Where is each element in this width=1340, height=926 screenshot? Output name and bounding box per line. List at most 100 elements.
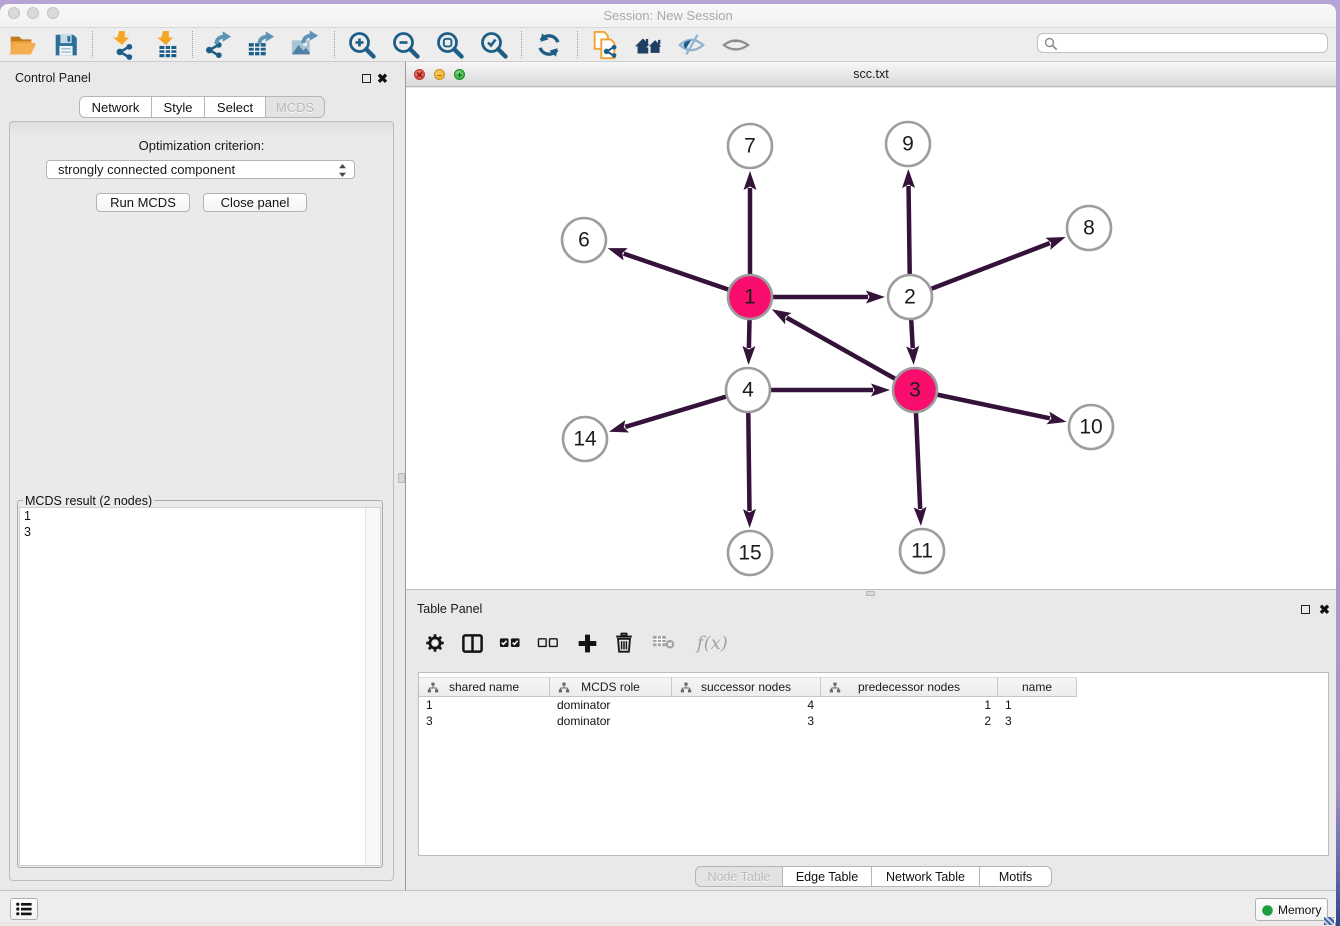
column-header-shared-name[interactable]: shared name	[419, 677, 550, 697]
toolbar-separator	[192, 31, 193, 58]
network-file-icon[interactable]	[590, 30, 620, 60]
table-cell[interactable]: 4	[672, 697, 821, 713]
edge-arrow-1-4	[742, 346, 755, 365]
gear-icon[interactable]	[424, 632, 446, 657]
graph-node-label-3: 3	[909, 379, 921, 402]
control-panel-tab-mcds[interactable]: MCDS	[266, 96, 325, 118]
delete-table-icon[interactable]	[652, 632, 676, 654]
mcds-tab-panel: Optimization criterion: strongly connect…	[9, 121, 394, 881]
mcds-result-line: 3	[20, 524, 380, 540]
mcds-result-textarea[interactable]: 13	[19, 507, 381, 866]
column-header-label: successor nodes	[701, 680, 791, 694]
network-workspace: ✕ – + scc.txt 7968124314101511 Table Pan…	[405, 62, 1336, 890]
table-cell[interactable]: 3	[998, 713, 1077, 729]
table-cell[interactable]: dominator	[550, 713, 672, 729]
control-panel-tab-network[interactable]: Network	[79, 96, 152, 118]
import-network-icon[interactable]	[107, 30, 137, 60]
search-input[interactable]	[1037, 33, 1328, 53]
control-panel-title: Control Panel	[15, 71, 91, 85]
table-cell[interactable]: 1	[821, 697, 998, 713]
result-scrollbar[interactable]	[365, 508, 380, 865]
hide-graphics-details-icon[interactable]	[677, 30, 707, 60]
control-panel-close-button[interactable]: ✖	[377, 73, 388, 84]
refresh-icon[interactable]	[534, 30, 564, 60]
table-row[interactable]: 3dominator323	[419, 713, 1077, 729]
table-cell[interactable]: 3	[672, 713, 821, 729]
toolbar-separator	[334, 31, 335, 58]
memory-status-icon	[1262, 905, 1273, 916]
horizontal-splitter-handle[interactable]	[866, 591, 875, 596]
edge-arrow-3-11	[914, 507, 927, 526]
memory-button[interactable]: Memory	[1255, 898, 1328, 921]
run-mcds-button[interactable]: Run MCDS	[96, 193, 190, 212]
table-cell[interactable]: 3	[419, 713, 550, 729]
toolbar-separator	[521, 31, 522, 58]
vertical-splitter-handle[interactable]	[398, 473, 405, 483]
select-all-icon[interactable]	[499, 632, 521, 657]
show-panels-button[interactable]	[10, 898, 38, 920]
resize-grip[interactable]	[1324, 917, 1334, 925]
column-header-predecessor-nodes[interactable]: predecessor nodes	[821, 677, 998, 697]
control-panel-tab-style[interactable]: Style	[152, 96, 205, 118]
export-network-icon[interactable]	[203, 30, 233, 60]
add-row-icon[interactable]	[576, 632, 599, 658]
control-panel-tab-select[interactable]: Select	[205, 96, 266, 118]
table-panel-close-button[interactable]: ✖	[1319, 604, 1330, 615]
unselect-all-icon[interactable]	[537, 632, 559, 657]
table-panel-float-button[interactable]	[1301, 605, 1310, 614]
control-panel-float-button[interactable]	[362, 74, 371, 83]
edge-arrow-4-3	[871, 384, 890, 397]
zoom-fit-icon[interactable]	[435, 30, 465, 60]
table-cell[interactable]: 1	[419, 697, 550, 713]
mcds-result-groupbox: MCDS result (2 nodes) 13	[17, 500, 383, 868]
welcome-home-icon[interactable]	[634, 30, 664, 60]
combobox-chevrons-icon	[338, 162, 347, 183]
table-cell[interactable]: 2	[821, 713, 998, 729]
graph-node-label-8: 8	[1083, 217, 1095, 240]
window-titlebar: Session: New Session	[0, 4, 1336, 28]
status-bar: Memory	[0, 890, 1336, 922]
graph-node-label-6: 6	[578, 229, 590, 252]
optimization-criterion-value: strongly connected component	[58, 162, 235, 177]
split-view-icon[interactable]	[461, 632, 484, 658]
table-tab-network-table[interactable]: Network Table	[872, 866, 980, 887]
table-cell[interactable]: dominator	[550, 697, 672, 713]
export-image-icon[interactable]	[290, 30, 320, 60]
function-builder-icon[interactable]: f(x)	[695, 632, 733, 658]
horizontal-splitter[interactable]	[406, 589, 1336, 597]
column-header-successor-nodes[interactable]: successor nodes	[672, 677, 821, 697]
table-panel-title: Table Panel	[417, 602, 482, 616]
mcds-result-title: MCDS result (2 nodes)	[23, 494, 154, 508]
table-header: shared name MCDS role successor nodes pr…	[419, 677, 1077, 697]
export-table-icon[interactable]	[246, 30, 276, 60]
zoom-selected-icon[interactable]	[479, 30, 509, 60]
graph-node-label-10: 10	[1079, 416, 1102, 439]
column-header-label: MCDS role	[581, 680, 640, 694]
column-header-label: name	[1022, 680, 1052, 694]
table-tab-edge-table[interactable]: Edge Table	[783, 866, 872, 887]
graph-node-label-4: 4	[742, 379, 754, 402]
network-canvas[interactable]: 7968124314101511	[406, 88, 1336, 589]
table-row[interactable]: 1dominator411	[419, 697, 1077, 713]
search-icon	[1044, 37, 1058, 51]
close-panel-button[interactable]: Close panel	[203, 193, 307, 212]
svg-text:f(x): f(x)	[695, 633, 728, 654]
optimization-criterion-select[interactable]: strongly connected component	[46, 160, 355, 179]
table-cell[interactable]: 1	[998, 697, 1077, 713]
graph-node-label-2: 2	[904, 286, 916, 309]
column-header-name[interactable]: name	[998, 677, 1077, 697]
control-panel: Control Panel ✖ NetworkStyleSelectMCDS O…	[0, 62, 402, 890]
panel-list-icon	[16, 902, 32, 916]
zoom-out-icon[interactable]	[391, 30, 421, 60]
open-session-icon[interactable]	[7, 30, 37, 60]
zoom-in-icon[interactable]	[347, 30, 377, 60]
network-frame-titlebar: ✕ – + scc.txt	[406, 62, 1336, 87]
table-tab-motifs[interactable]: Motifs	[980, 866, 1052, 887]
network-graph: 7968124314101511	[406, 88, 1336, 589]
show-graphics-details-icon[interactable]	[721, 30, 751, 60]
column-header-MCDS-role[interactable]: MCDS role	[550, 677, 672, 697]
table-tab-node-table[interactable]: Node Table	[695, 866, 783, 887]
delete-row-icon[interactable]	[613, 632, 635, 657]
save-session-icon[interactable]	[51, 30, 81, 60]
import-table-icon[interactable]	[151, 30, 181, 60]
